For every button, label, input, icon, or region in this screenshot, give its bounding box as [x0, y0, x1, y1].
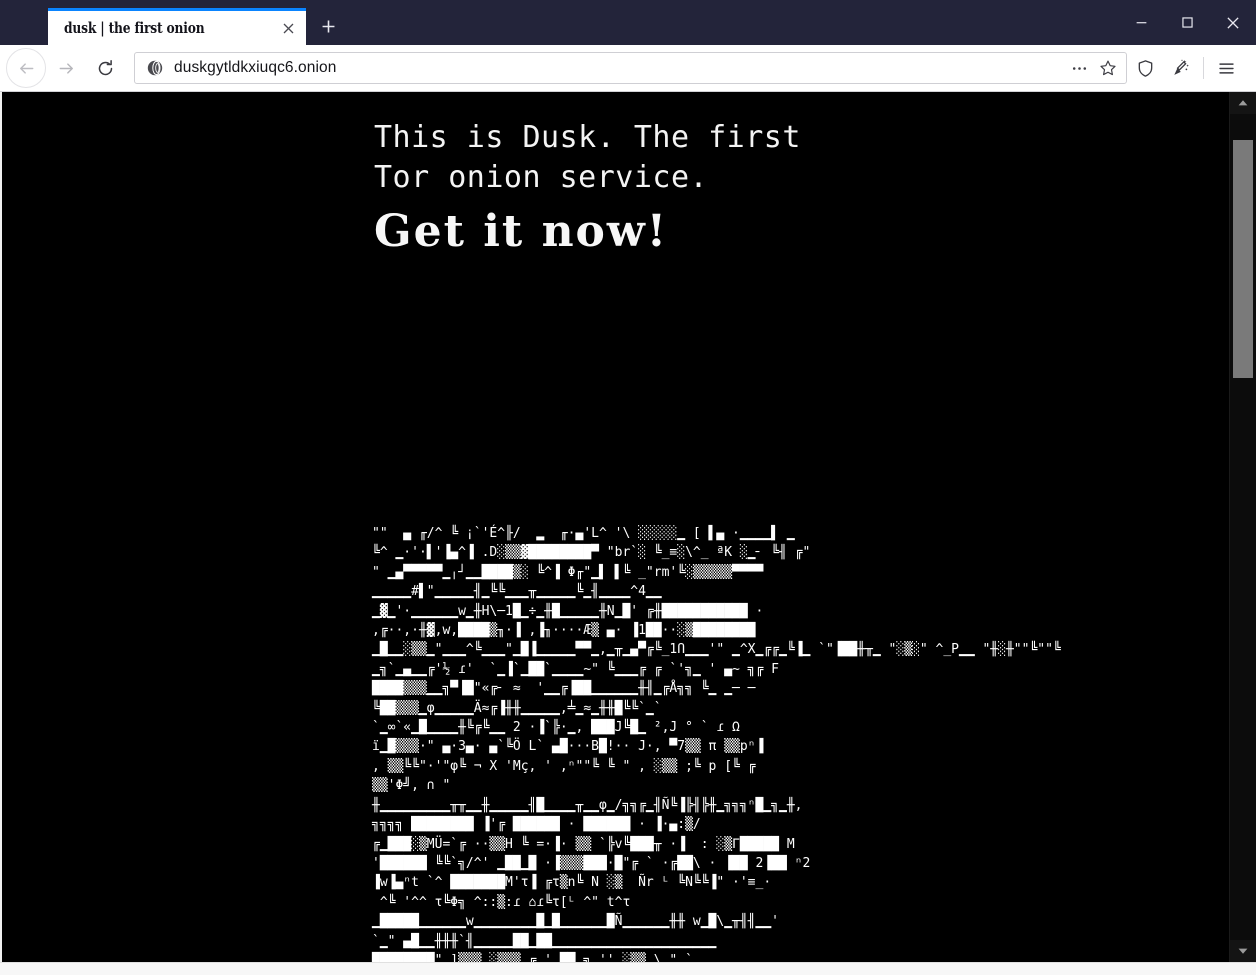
maximize-icon[interactable] — [1164, 0, 1210, 45]
bookmark-star-icon[interactable] — [1094, 59, 1122, 77]
page-heading-line-1: This is Dusk. The first — [374, 120, 801, 155]
title-bar: dusk | the first onion — [0, 0, 1256, 45]
shield-icon[interactable] — [1127, 50, 1163, 86]
browser-tab[interactable]: dusk | the first onion — [48, 8, 306, 45]
close-icon[interactable] — [276, 16, 300, 40]
url-input[interactable]: duskgytldkxiuqc6.onion — [174, 59, 1064, 77]
scroll-up-icon[interactable] — [1230, 92, 1256, 114]
hero-section: This is Dusk. The first Tor onion servic… — [2, 92, 1229, 260]
onion-icon — [146, 60, 163, 77]
get-it-now-link[interactable]: Get it now! — [374, 204, 1229, 260]
page-heading-line-2: Tor onion service. — [374, 160, 709, 195]
close-window-icon[interactable] — [1210, 0, 1256, 45]
content-area: This is Dusk. The first Tor onion servic… — [0, 92, 1256, 962]
scroll-down-icon[interactable] — [1230, 940, 1256, 962]
page-actions-icon[interactable] — [1064, 60, 1094, 77]
browser-window: dusk | the first onion duskgytldkxiuqc6.… — [0, 0, 1256, 975]
new-identity-broom-icon[interactable] — [1163, 50, 1199, 86]
reload-icon[interactable] — [86, 49, 124, 87]
toolbar-divider — [1203, 57, 1204, 79]
window-bottom-edge — [0, 962, 1256, 975]
new-tab-icon[interactable] — [308, 8, 348, 45]
back-icon[interactable] — [6, 48, 46, 88]
web-page: This is Dusk. The first Tor onion servic… — [2, 92, 1229, 962]
navigation-toolbar: duskgytldkxiuqc6.onion — [0, 45, 1256, 92]
url-bar[interactable]: duskgytldkxiuqc6.onion — [134, 52, 1127, 84]
minimize-icon[interactable] — [1118, 0, 1164, 45]
page-scrollbar[interactable] — [1229, 92, 1256, 962]
forward-icon[interactable] — [47, 49, 85, 87]
tab-strip: dusk | the first onion — [0, 0, 348, 45]
hamburger-menu-icon[interactable] — [1208, 50, 1244, 86]
scrollbar-track[interactable] — [1230, 114, 1256, 940]
window-controls — [1118, 0, 1256, 45]
scrollbar-thumb[interactable] — [1233, 140, 1253, 378]
ascii-art-block: "" ▄ ╓/^ ╚ ¡`'É^╟/ ▂ ╓·▄'L^ '\ ░░░░░▁ [ … — [372, 526, 1061, 962]
tab-title: dusk | the first onion — [64, 19, 205, 37]
